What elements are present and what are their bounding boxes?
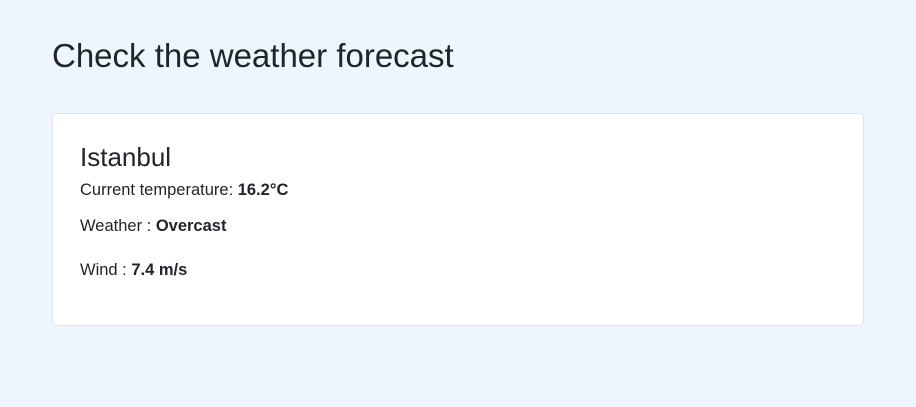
weather-condition-label: Weather : (80, 217, 156, 235)
temperature-label: Current temperature: (80, 181, 238, 199)
weather-card: Istanbul Current temperature: 16.2°C Wea… (52, 113, 864, 326)
weather-condition-value: Overcast (155, 217, 227, 235)
wind-row: Wind : 7.4 m/s (80, 259, 187, 281)
page: Check the weather forecast Istanbul Curr… (0, 0, 916, 407)
weather-condition-row: Weather : Overcast (80, 215, 226, 237)
page-title: Check the weather forecast (52, 37, 454, 74)
temperature-value: 16.2°C (237, 181, 289, 199)
wind-value: 7.4 m/s (131, 261, 188, 279)
city-name: Istanbul (80, 142, 172, 172)
wind-label: Wind : (80, 261, 132, 279)
temperature-row: Current temperature: 16.2°C (80, 179, 288, 201)
